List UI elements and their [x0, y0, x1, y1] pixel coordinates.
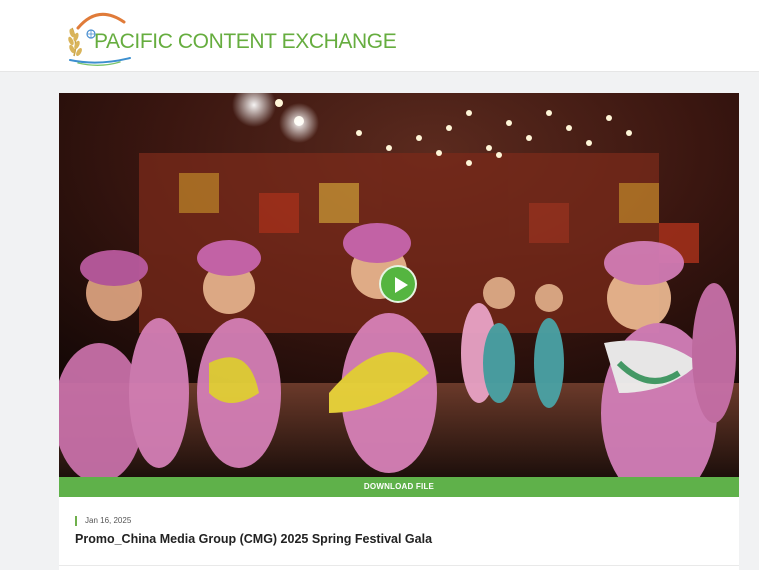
video-thumbnail[interactable]: [59, 93, 739, 477]
video-date: Jan 16, 2025: [75, 516, 131, 526]
video-card: DOWNLOAD FILE Jan 16, 2025 Promo_China M…: [59, 93, 739, 570]
video-title[interactable]: Promo_China Media Group (CMG) 2025 Sprin…: [75, 532, 725, 546]
card-divider: [59, 565, 739, 566]
logo-text: PACIFIC CONTENT EXCHANGE: [94, 30, 397, 53]
site-header: PACIFIC CONTENT EXCHANGE: [0, 0, 759, 72]
download-file-button[interactable]: DOWNLOAD FILE: [59, 477, 739, 497]
site-logo-link[interactable]: PACIFIC CONTENT EXCHANGE: [64, 6, 404, 68]
play-button[interactable]: [379, 265, 417, 303]
play-icon: [395, 277, 408, 293]
